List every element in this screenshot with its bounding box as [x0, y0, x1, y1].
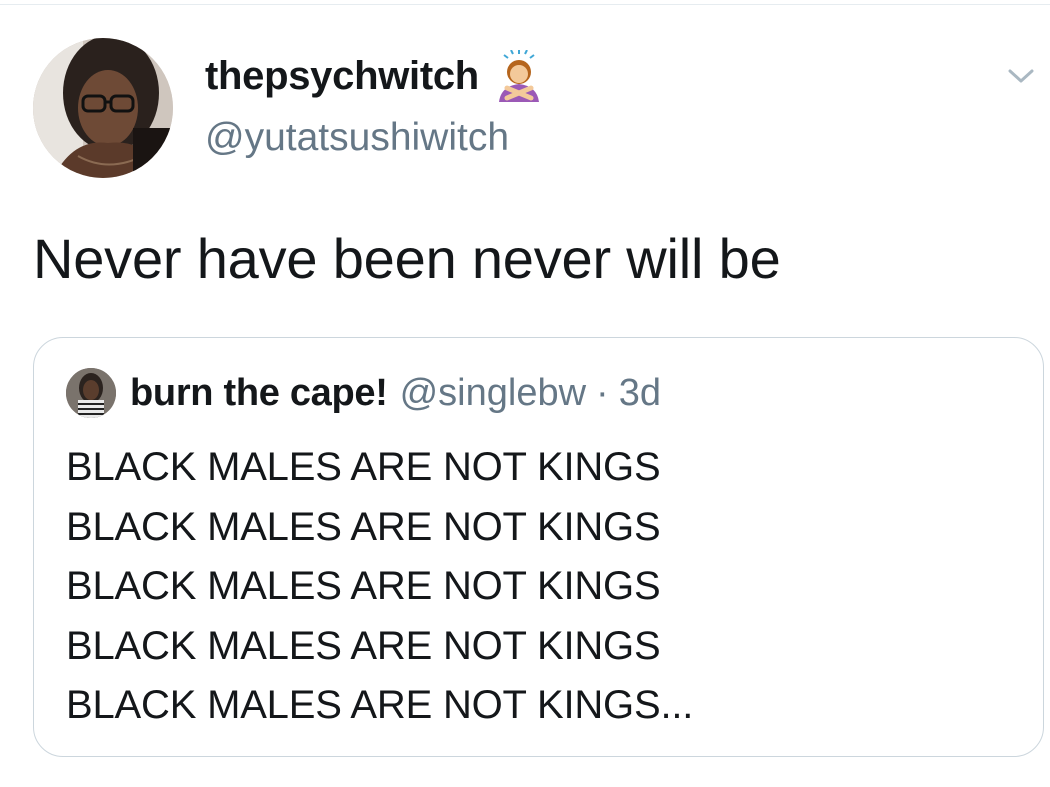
quoted-text-line: BLACK MALES ARE NOT KINGS [66, 623, 661, 668]
tweet: thepsychwitch @yutatsushiwitch Never hav… [0, 0, 1050, 787]
quoted-avatar-image [66, 368, 116, 418]
quoted-tweet-body: BLACK MALES ARE NOT KINGS BLACK MALES AR… [66, 438, 693, 736]
quoted-display-name: burn the cape! [130, 371, 388, 414]
avatar-image [33, 38, 173, 178]
quoted-avatar [66, 368, 116, 418]
quoted-text-line: BLACK MALES ARE NOT KINGS [66, 564, 661, 608]
author-info: thepsychwitch @yutatsushiwitch [205, 50, 547, 160]
quoted-text-line: BLACK MALES ARE NOT KINGS [66, 445, 661, 489]
handle[interactable]: @yutatsushiwitch [205, 116, 547, 160]
display-name-row: thepsychwitch [205, 50, 547, 102]
quoted-separator: · [596, 371, 609, 414]
display-name[interactable]: thepsychwitch [205, 54, 479, 99]
quoted-handle: @singlebw [399, 371, 587, 414]
person-gesturing-no-icon [498, 50, 539, 102]
chevron-down-icon[interactable] [1006, 66, 1036, 86]
divider [0, 4, 1050, 5]
tweet-text: Never have been never will be [33, 227, 781, 290]
quoted-tweet-header: burn the cape! @singlebw · 3d [66, 368, 661, 418]
quoted-tweet[interactable]: burn the cape! @singlebw · 3d BLACK MALE… [33, 337, 1044, 757]
quoted-text-line: BLACK MALES ARE NOT KINGS [66, 504, 661, 549]
avatar[interactable] [33, 38, 173, 178]
quoted-timestamp: 3d [618, 371, 661, 414]
quoted-text-line: BLACK MALES ARE NOT KINGS... [66, 683, 694, 727]
